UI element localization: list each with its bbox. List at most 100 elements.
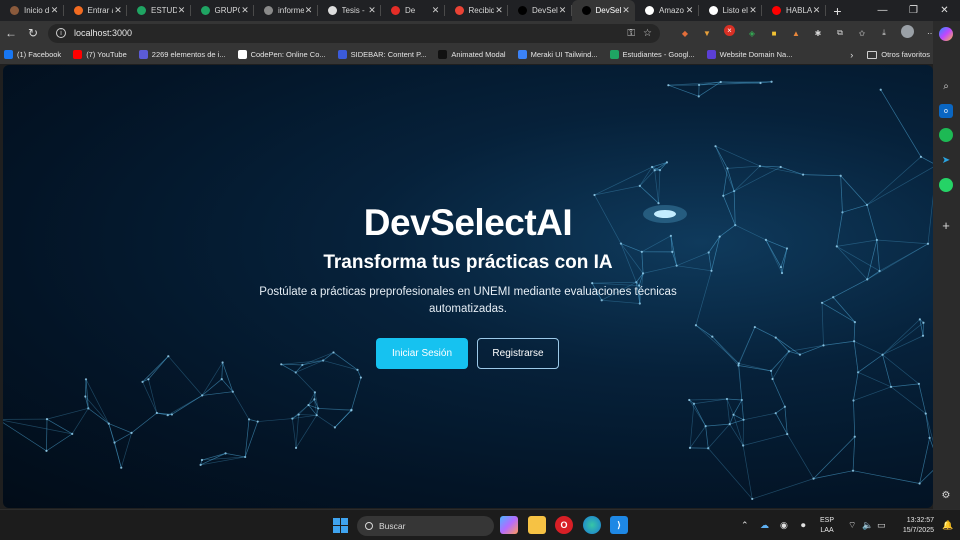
extension-icon[interactable]: ▼ [699,25,715,41]
copilot-app-icon[interactable] [500,516,518,534]
puzzle-icon[interactable]: ✱ [810,25,826,41]
folder-label: Otros favoritos [881,50,930,59]
minimize-button[interactable]: — [867,0,898,21]
address-url[interactable]: localhost:3000 [74,28,132,38]
star-bookmark-icon[interactable]: ☆ [643,28,652,39]
restore-button[interactable]: ❐ [898,0,929,21]
close-tab-icon[interactable]: ✕ [558,5,568,16]
vscode-app-icon[interactable]: ⟩ [610,516,628,534]
browser-tab[interactable]: Entrar a✕ [64,0,127,21]
whatsapp-icon[interactable] [939,178,953,192]
bookmark-item[interactable]: Estudiantes - Googl... [609,50,695,59]
sidebar-icon [337,50,347,59]
browser-tab[interactable]: GRUPO✕ [191,0,254,21]
bookmark-label: Website Domain Na... [719,50,793,59]
download-icon[interactable]: ⤓ [876,25,892,41]
close-tab-icon[interactable]: ✕ [748,5,758,16]
bookmark-item[interactable]: CodePen: Online Co... [237,50,326,59]
hero-section: DevSelectAI Transforma tus prácticas con… [3,65,933,508]
windows-taskbar: Buscar O ⟩ ⌃ ☁ ◉ ⏺ ESP LAA ⌔ 🔈 ▭ 13:32:5… [0,509,960,540]
browser-tab[interactable]: Tesis - ✕ [318,0,381,21]
search-icon[interactable]: ⌕ [939,79,953,93]
reload-icon[interactable]: ↻ [22,22,44,44]
close-tab-icon[interactable]: ✕ [494,5,504,16]
spotify-icon[interactable] [939,128,953,142]
login-button[interactable]: Iniciar Sesión [376,338,468,369]
x-logo-icon [73,6,83,15]
windows-start-icon[interactable] [333,518,348,533]
codepen-icon [237,50,247,59]
key-icon[interactable]: ⚿ [627,28,635,39]
close-tab-icon[interactable]: ✕ [113,5,123,16]
browser-tab[interactable]: Listo el ✕ [699,0,762,21]
battery-icon[interactable]: ▭ [877,520,886,531]
camera-icon[interactable]: ◉ [780,520,788,531]
taskbar-search[interactable]: Buscar [357,516,494,536]
browser-tab[interactable]: informe ✕ [254,0,318,21]
close-tab-icon[interactable]: ✕ [367,5,377,16]
extension-icon[interactable]: ◆ [677,25,693,41]
bookmark-item[interactable]: Website Domain Na... [706,50,793,59]
browser-tab[interactable]: Amazo ✕ [635,0,699,21]
browser-tab[interactable]: ESTUDI✕ [127,0,191,21]
bookmark-item[interactable]: Meraki UI Tailwind... [517,50,598,59]
close-tab-icon[interactable]: ✕ [240,5,250,16]
bookmark-item[interactable]: SIDEBAR: Content P... [337,50,426,59]
document-icon [264,6,273,15]
close-tab-icon[interactable]: ✕ [304,5,314,16]
tab-title: Recibid [468,6,495,15]
extension-icon[interactable]: ▲ [788,25,804,41]
browser-tab[interactable]: HABLA ✕ [762,0,826,21]
telegram-icon[interactable]: ➤ [939,153,953,167]
browser-tab[interactable]: DevSel ✕ [571,0,635,21]
split-screen-icon[interactable]: ⧉ [832,25,848,41]
site-info-icon[interactable]: i [56,28,66,38]
browser-tab[interactable]: Recibid ✕ [445,0,508,21]
add-icon[interactable]: + [939,218,953,233]
browser-tab[interactable]: De ✕ [381,0,445,21]
clock-time: 13:32:57 [906,517,934,524]
back-icon[interactable]: ← [0,22,22,44]
volume-icon[interactable]: 🔈 [862,520,873,531]
tab-title: Tesis - [341,6,365,15]
chevron-up-icon[interactable]: ⌃ [741,520,749,531]
close-tab-icon[interactable]: ✕ [621,5,631,16]
copilot-icon[interactable] [939,27,953,41]
close-tab-icon[interactable]: ✕ [50,5,60,16]
bookmark-item[interactable]: Animated Modal [438,50,506,59]
other-favorites-folder[interactable]: Otros favoritos [867,50,930,59]
browser-tab[interactable]: Inicio d ✕ [0,0,64,21]
language-indicator[interactable]: ESP LAA [820,516,834,536]
extension-icon[interactable]: ■ [766,25,782,41]
close-window-button[interactable]: ✕ [929,0,960,21]
extension-icon[interactable]: × [724,25,735,36]
amazon-icon [645,6,654,15]
bookmark-item[interactable]: (1) Facebook [4,50,61,59]
bookmark-item[interactable]: 2269 elementos de i... [138,50,226,59]
file-explorer-icon[interactable] [528,516,546,534]
avatar[interactable] [901,25,914,38]
favorites-icon[interactable]: ✩ [854,25,870,41]
close-tab-icon[interactable]: ✕ [685,5,695,16]
wifi-icon[interactable]: ⌔ [848,520,856,531]
gear-icon[interactable]: ⚙ [939,488,953,502]
tab-title: Entrar a [87,6,114,15]
browser-tab[interactable]: DevSel ✕ [508,0,572,21]
bookmark-label: Estudiantes - Googl... [622,50,695,59]
shield-icon[interactable]: ◈ [744,25,760,41]
opera-app-icon[interactable]: O [555,516,573,534]
close-tab-icon[interactable]: ✕ [431,5,441,16]
edge-app-icon[interactable] [583,516,601,534]
register-button[interactable]: Registrarse [477,338,559,369]
bookmark-item[interactable]: (7) YouTube [73,50,127,59]
new-tab-button[interactable]: + [826,0,850,21]
chevron-right-icon[interactable]: › [850,50,853,60]
close-tab-icon[interactable]: ✕ [812,5,822,16]
address-bar[interactable]: i localhost:3000 ⚿ ☆ [48,23,660,43]
clock[interactable]: 13:32:57 15/7/2025 [896,516,934,536]
microphone-icon[interactable]: ⏺ [801,520,806,531]
onedrive-icon[interactable]: ☁ [760,520,769,531]
close-tab-icon[interactable]: ✕ [177,5,187,16]
outlook-icon[interactable]: o [939,104,953,118]
notification-bell-icon[interactable]: 🔔 [942,520,953,531]
